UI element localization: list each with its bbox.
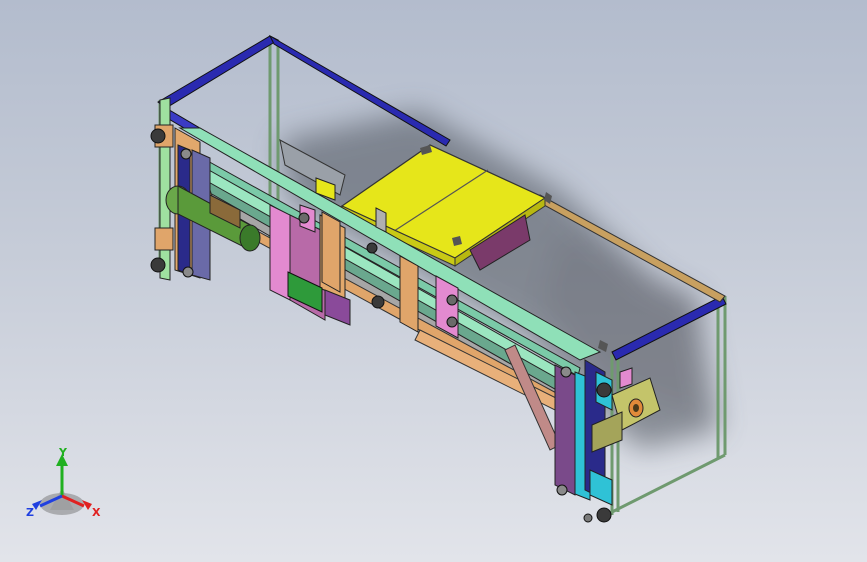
y-axis-label: Y bbox=[58, 448, 68, 459]
machine-3d-model[interactable] bbox=[0, 0, 867, 562]
coordinate-axes-triad: Y X Z bbox=[26, 448, 101, 519]
cad-graphics-viewport[interactable]: Y X Z bbox=[0, 0, 867, 562]
z-axis-label: Z bbox=[26, 506, 34, 519]
x-axis-label: X bbox=[92, 506, 101, 519]
